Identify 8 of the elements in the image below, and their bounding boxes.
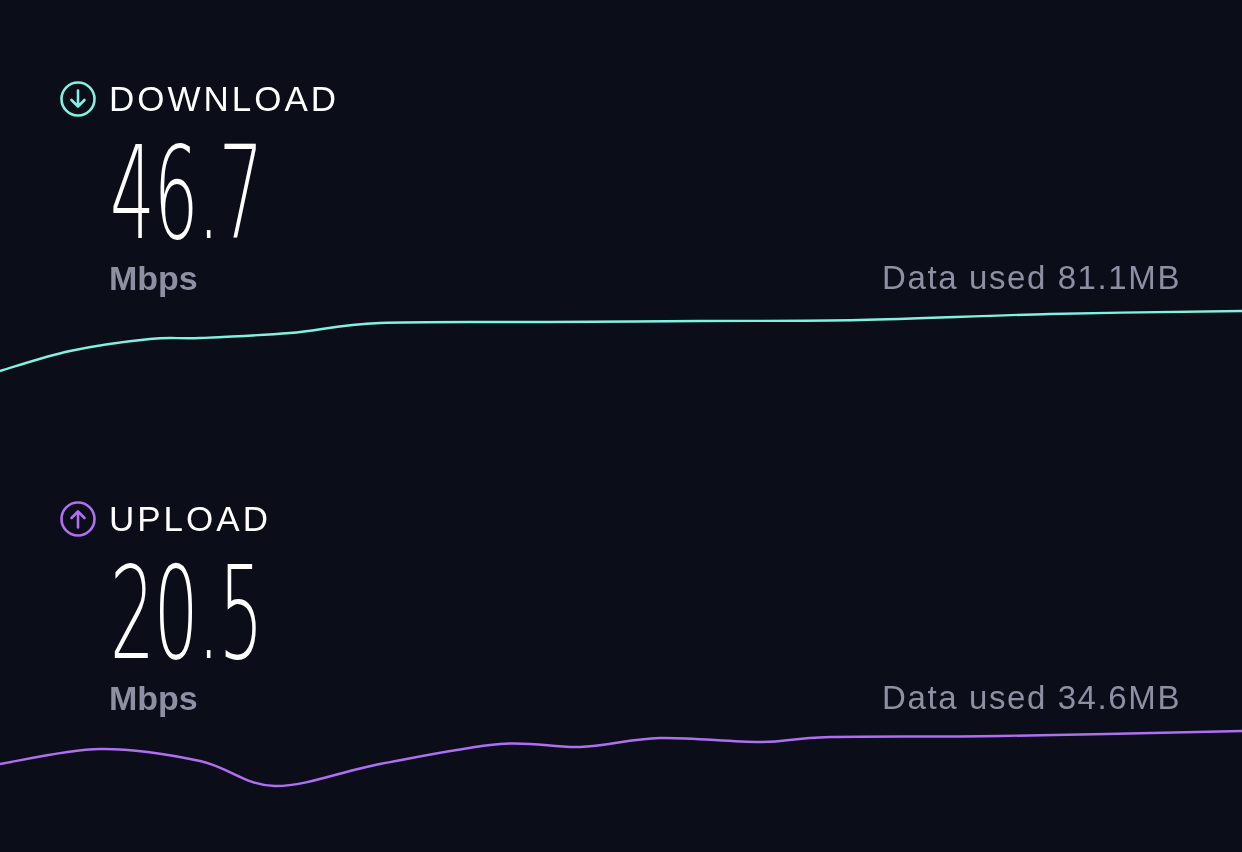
section-title: UPLOAD xyxy=(109,501,271,537)
speed-value: 46.7 xyxy=(110,129,263,259)
section-title: DOWNLOAD xyxy=(109,81,340,117)
speed-value: 20.5 xyxy=(110,549,263,679)
unit-label: Mbps xyxy=(109,261,198,295)
unit-label: Mbps xyxy=(109,681,198,715)
data-used-text: Data used 34.6MB xyxy=(882,681,1181,715)
data-used-text: Data used 81.1MB xyxy=(882,261,1181,295)
